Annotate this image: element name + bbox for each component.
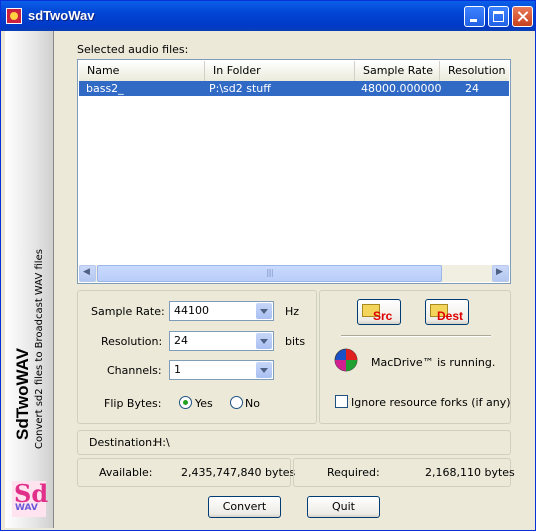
macdrive-status: MacDrive™ is running. [371, 356, 496, 369]
ignore-forks-label[interactable]: Ignore resource forks (if any) [351, 396, 511, 409]
channels-label: Channels: [107, 364, 162, 377]
src-label: Src [373, 309, 393, 323]
sidebar-title: SdTwoWAV [13, 348, 32, 440]
sidebar-banner: SdTwoWAV Convert sd2 files to Broadcast … [5, 31, 54, 528]
convert-button[interactable]: Convert [208, 496, 281, 518]
chevron-down-icon[interactable] [256, 362, 272, 378]
sidebar-subtitle: Convert sd2 files to Broadcast WAV files [34, 249, 45, 449]
flip-yes-label[interactable]: Yes [195, 397, 213, 410]
channels-value: 1 [174, 363, 181, 376]
chevron-down-icon[interactable] [256, 303, 272, 319]
scroll-thumb[interactable]: |||| [97, 265, 442, 282]
sample-rate-label: Sample Rate: [91, 305, 165, 318]
logo-sub: WAV [15, 503, 38, 513]
flip-bytes-label: Flip Bytes: [104, 397, 162, 410]
chevron-left-icon: ◀ [83, 267, 90, 277]
quit-button[interactable]: Quit [307, 496, 380, 518]
available-label: Available: [99, 466, 153, 479]
sample-rate-value: 44100 [174, 304, 209, 317]
chevron-right-icon: ▶ [496, 267, 503, 277]
list-header: Name In Folder Sample Rate Resolution [79, 61, 509, 82]
table-row[interactable]: bass2_ P:\sd2 stuff 48000.000000 24 [79, 81, 509, 96]
destination-folder-button[interactable]: Dest [425, 299, 469, 325]
column-header-resolution[interactable]: Resolution [440, 61, 509, 81]
required-label: Required: [327, 466, 380, 479]
sdtwowav-logo: Sd WAV [12, 479, 48, 517]
resolution-value: 24 [174, 334, 188, 347]
chevron-down-icon[interactable] [256, 333, 272, 349]
selected-files-label: Selected audio files: [77, 43, 189, 56]
main-window: sdTwoWav SdTwoWAV Convert sd2 files to B… [0, 0, 536, 531]
flip-no-radio[interactable] [230, 396, 243, 409]
scroll-grip: |||| [266, 268, 274, 277]
minimize-button[interactable] [464, 6, 485, 27]
macdrive-icon [334, 348, 358, 372]
flip-no-label[interactable]: No [245, 397, 260, 410]
resolution-select[interactable]: 24 [169, 331, 274, 351]
column-header-name[interactable]: Name [79, 61, 205, 81]
row-folder: P:\sd2 stuff [209, 82, 271, 95]
dest-label: Dest [437, 309, 464, 323]
resolution-label: Resolution: [101, 335, 163, 348]
maximize-button[interactable] [488, 6, 509, 27]
title-bar[interactable]: sdTwoWav [1, 1, 535, 31]
divider [341, 335, 491, 337]
scroll-left-button[interactable]: ◀ [79, 265, 96, 282]
source-folder-button[interactable]: Src [357, 299, 401, 325]
column-header-sample-rate[interactable]: Sample Rate [355, 61, 440, 81]
resolution-unit: bits [285, 335, 306, 348]
destination-label: Destination: [89, 436, 156, 449]
ignore-forks-checkbox[interactable] [335, 395, 348, 408]
flip-yes-radio[interactable] [179, 396, 192, 409]
required-value: 2,168,110 bytes [425, 466, 515, 479]
row-name: bass2_ [86, 82, 124, 95]
close-button[interactable] [512, 6, 533, 27]
window-title: sdTwoWav [28, 8, 95, 23]
row-sample-rate: 48000.000000 [361, 82, 442, 95]
channels-select[interactable]: 1 [169, 360, 274, 380]
available-value: 2,435,747,840 bytes [181, 466, 296, 479]
app-icon[interactable] [6, 8, 22, 24]
destination-value: H:\ [154, 436, 170, 449]
scroll-right-button[interactable]: ▶ [492, 265, 509, 282]
audio-files-list[interactable]: Name In Folder Sample Rate Resolution ba… [77, 59, 511, 284]
horizontal-scrollbar[interactable]: ◀ |||| ▶ [79, 265, 509, 282]
sample-rate-unit: Hz [285, 305, 300, 318]
row-resolution: 24 [465, 82, 479, 95]
column-header-folder[interactable]: In Folder [205, 61, 355, 81]
sample-rate-select[interactable]: 44100 [169, 301, 274, 321]
